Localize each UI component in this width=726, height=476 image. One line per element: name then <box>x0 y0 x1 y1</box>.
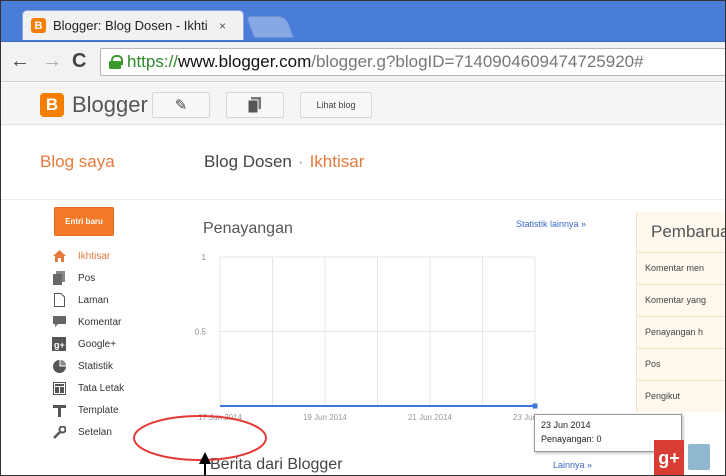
sidebar-item-label: Google+ <box>78 338 117 350</box>
brand-name[interactable]: Blogger <box>72 92 148 118</box>
avatar <box>688 444 710 470</box>
posts-icon <box>52 271 66 285</box>
breadcrumb: Blog Dosen · Ikhtisar <box>204 152 364 172</box>
sidebar-item-google-plus[interactable]: g+ Google+ <box>52 334 116 354</box>
x-tick-label: 21 Jun 2014 <box>408 413 453 422</box>
sidebar-item-label: Template <box>78 404 119 416</box>
breadcrumb-separator: · <box>297 152 304 171</box>
sidebar-item-label: Komentar <box>78 316 122 328</box>
x-tick-label: 19 Jun 2014 <box>303 413 348 422</box>
view-blog-button[interactable]: Lihat blog <box>300 92 372 118</box>
pageviews-chart: 10.517 Jun 2014 19 Jun 2014 21 Jun 2014 23 … <box>195 253 558 422</box>
sidebar-item-stats[interactable]: Statistik <box>52 356 113 376</box>
sidebar-item-label: Laman <box>78 294 109 306</box>
sidebar-item-label: Tata Letak <box>78 382 125 394</box>
stats-icon <box>52 359 66 373</box>
google-plus-icon: g+ <box>52 337 66 351</box>
news-title: Berita dari Blogger <box>210 456 343 473</box>
updates-row[interactable]: Pengikut <box>637 380 726 412</box>
x-tick-label: 17 Jun 2014 <box>198 413 243 422</box>
sidebar-item-overview[interactable]: Ikhtisar <box>52 246 110 266</box>
sidebar-item-comments[interactable]: Komentar <box>52 312 121 332</box>
my-blogs-link[interactable]: Blog saya <box>40 152 115 172</box>
back-arrow-icon[interactable]: ← <box>10 50 30 72</box>
blogger-logo-icon[interactable]: B <box>40 93 64 117</box>
google-plus-icon[interactable]: g+ <box>654 440 684 476</box>
y-tick-label: 1 <box>202 253 207 262</box>
lock-icon <box>109 55 123 69</box>
reload-icon[interactable]: C <box>72 50 86 72</box>
updates-title: Pembarua <box>651 222 726 241</box>
page-title: Ikhtisar <box>309 152 365 171</box>
tab-close-icon[interactable]: × <box>219 19 226 33</box>
sidebar-item-posts[interactable]: Pos <box>52 268 95 288</box>
sidebar-item-label: Setelan <box>78 426 112 438</box>
layout-icon <box>52 381 66 395</box>
pencil-icon: ✎ <box>174 97 188 114</box>
forward-arrow-icon[interactable]: → <box>42 50 62 72</box>
blog-name: Blog Dosen <box>204 152 292 171</box>
y-tick-label: 0.5 <box>195 328 207 337</box>
updates-row[interactable]: Penayangan h <box>637 316 726 348</box>
sidebar-item-pages[interactable]: Laman <box>52 290 109 310</box>
address-bar[interactable]: https://www.blogger.com/blogger.g?blogID… <box>100 48 726 76</box>
more-stats-link[interactable]: Statistik lainnya » <box>516 219 586 229</box>
sidebar-item-label: Ikhtisar <box>78 250 111 262</box>
title-row: Blog saya Blog Dosen · Ikhtisar <box>0 126 726 200</box>
documents-icon <box>248 97 261 113</box>
new-tab-button[interactable] <box>245 16 295 38</box>
updates-row[interactable]: Komentar men <box>637 252 726 284</box>
news-more-link[interactable]: Lainnya » <box>553 460 592 470</box>
data-point <box>532 403 538 409</box>
tab-title: Blogger: Blog Dosen - Ikhti <box>53 18 208 33</box>
sidebar-item-layout[interactable]: Tata Letak <box>52 378 124 398</box>
updates-row[interactable]: Komentar yang <box>637 284 726 316</box>
template-icon <box>52 403 66 417</box>
updates-panel: Pembarua Komentar men Komentar yang Pena… <box>636 212 726 412</box>
posts-list-button[interactable] <box>226 92 284 118</box>
browser-toolbar: ← → C https://www.blogger.com/blogger.g?… <box>0 42 726 82</box>
browser-tab-strip: B Blogger: Blog Dosen - Ikhti × <box>0 0 726 42</box>
tooltip-date: 23 Jun 2014 <box>541 420 591 430</box>
svg-text:g+: g+ <box>54 340 65 350</box>
sidebar-item-template[interactable]: Template <box>52 400 119 420</box>
wrench-icon <box>52 425 66 439</box>
sidebar-item-settings[interactable]: Setelan <box>52 422 112 442</box>
updates-row[interactable]: Pos <box>637 348 726 380</box>
comment-icon <box>52 315 66 329</box>
pageviews-title: Penayangan <box>203 220 293 237</box>
blogger-header: B Blogger ✎ Lihat blog <box>0 83 726 125</box>
home-icon <box>52 249 66 263</box>
sidebar-item-label: Pos <box>78 272 96 284</box>
new-post-pencil-button[interactable]: ✎ <box>152 92 210 118</box>
new-post-button[interactable]: Entri baru <box>54 207 114 236</box>
url-text: https://www.blogger.com/blogger.g?blogID… <box>127 52 644 71</box>
sidebar-item-label: Statistik <box>78 360 114 372</box>
browser-tab[interactable]: B Blogger: Blog Dosen - Ikhti × <box>22 10 244 40</box>
blogger-favicon-icon: B <box>31 18 46 33</box>
page-icon <box>52 293 66 307</box>
